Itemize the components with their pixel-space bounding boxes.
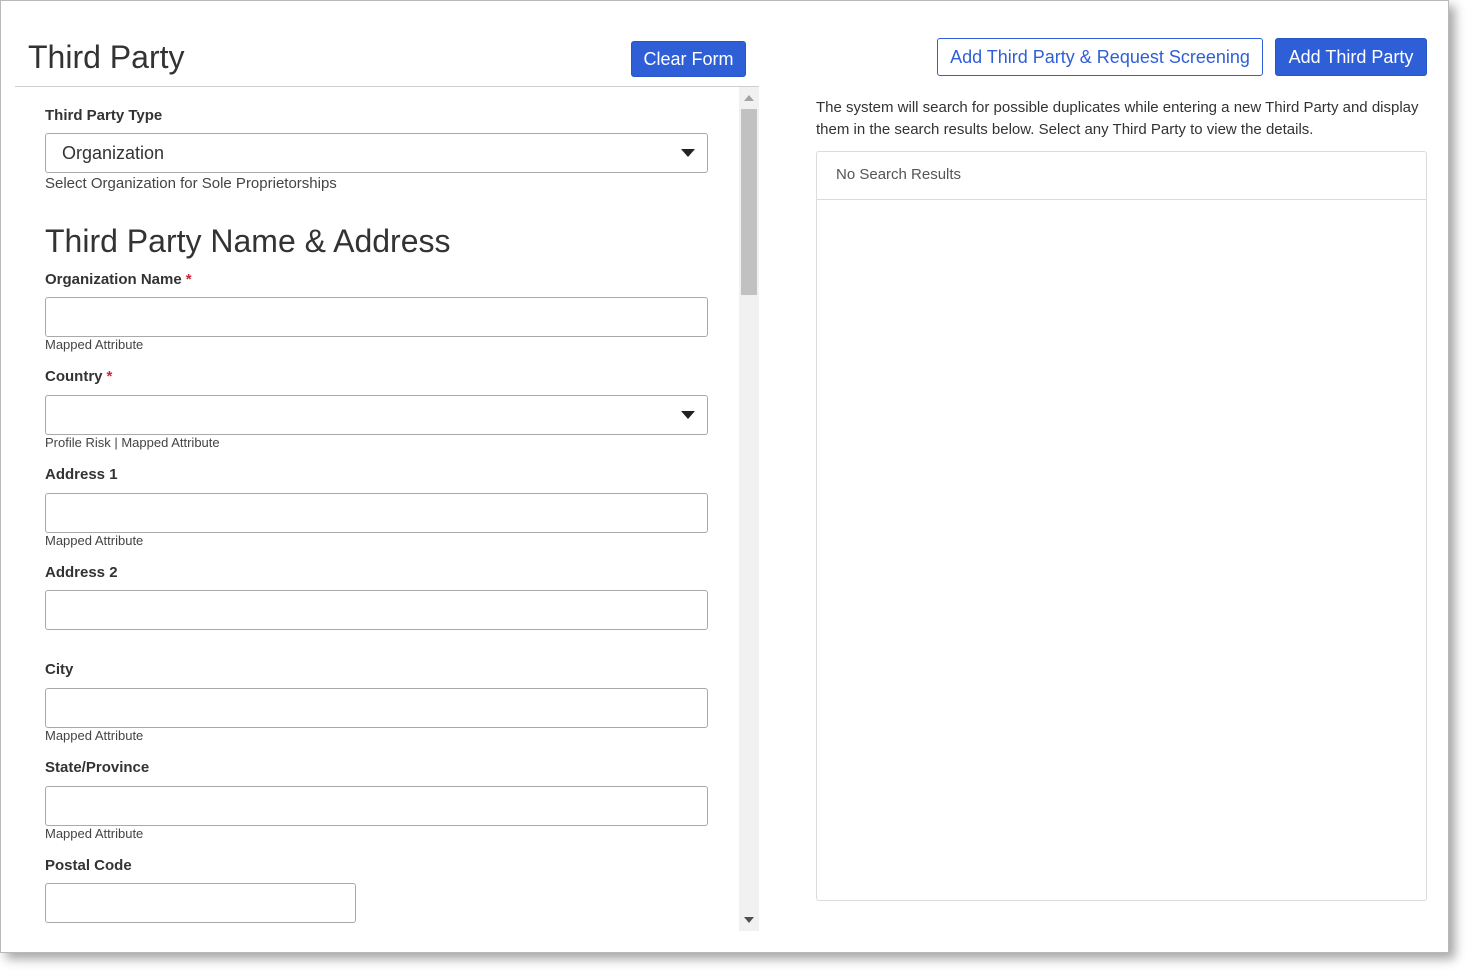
section-title-name-address: Third Party Name & Address bbox=[45, 223, 451, 259]
postal-code-label: Postal Code bbox=[45, 857, 132, 874]
app-window: Third Party Clear Form Third Party Type … bbox=[0, 0, 1449, 953]
search-results-header: No Search Results bbox=[817, 152, 1426, 200]
organization-name-label: Organization Name * bbox=[45, 271, 192, 288]
country-label: Country * bbox=[45, 368, 112, 385]
scrollbar-thumb[interactable] bbox=[741, 109, 757, 295]
duplicate-search-info: The system will search for possible dupl… bbox=[816, 99, 1419, 138]
country-select[interactable] bbox=[45, 395, 708, 435]
postal-code-input[interactable] bbox=[45, 883, 356, 923]
address2-input[interactable] bbox=[45, 590, 708, 630]
state-province-hint: Mapped Attribute bbox=[45, 826, 144, 841]
organization-name-label-text: Organization Name bbox=[45, 271, 182, 288]
country-label-text: Country bbox=[45, 368, 103, 385]
triangle-up-icon[interactable] bbox=[744, 95, 754, 101]
clear-form-button[interactable]: Clear Form bbox=[631, 41, 746, 77]
required-marker: * bbox=[106, 368, 113, 385]
add-third-party-button[interactable]: Add Third Party bbox=[1275, 38, 1427, 76]
third-party-type-label: Third Party Type bbox=[45, 107, 163, 124]
add-and-request-screening-button[interactable]: Add Third Party & Request Screening bbox=[937, 38, 1263, 76]
address1-label: Address 1 bbox=[45, 466, 118, 483]
triangle-down-icon[interactable] bbox=[744, 917, 754, 923]
country-hint: Profile Risk | Mapped Attribute bbox=[45, 435, 220, 450]
page-title: Third Party bbox=[28, 39, 185, 75]
city-hint: Mapped Attribute bbox=[45, 728, 144, 743]
third-party-type-value: Organization bbox=[62, 143, 165, 163]
city-input[interactable] bbox=[45, 688, 708, 728]
state-province-label: State/Province bbox=[45, 759, 150, 776]
organization-name-hint: Mapped Attribute bbox=[45, 337, 144, 352]
state-province-input[interactable] bbox=[45, 786, 708, 826]
address1-hint: Mapped Attribute bbox=[45, 533, 144, 548]
organization-name-input[interactable] bbox=[45, 297, 708, 337]
search-results-panel: No Search Results bbox=[816, 151, 1427, 901]
third-party-type-select[interactable]: Organization bbox=[45, 133, 708, 173]
third-party-type-hint: Select Organization for Sole Proprietors… bbox=[45, 175, 337, 192]
city-label: City bbox=[45, 661, 74, 678]
caret-down-icon bbox=[681, 411, 695, 419]
caret-down-icon bbox=[681, 149, 695, 157]
required-marker: * bbox=[185, 271, 192, 288]
form-scrollbar[interactable] bbox=[739, 87, 759, 931]
address1-input[interactable] bbox=[45, 493, 708, 533]
no-results-text: No Search Results bbox=[836, 166, 962, 183]
form-scroll-area[interactable]: Third Party Type Organization Select Org… bbox=[15, 87, 759, 931]
address2-label: Address 2 bbox=[45, 564, 118, 581]
